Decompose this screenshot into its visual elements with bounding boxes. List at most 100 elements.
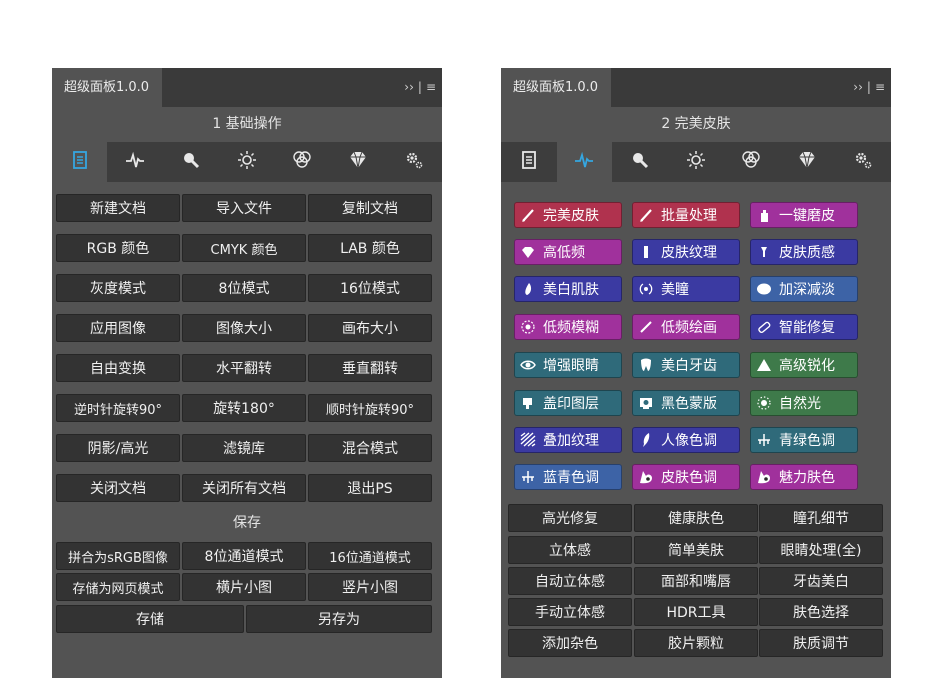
tool-tab-diamond[interactable]: [780, 142, 835, 182]
button[interactable]: 旋转180°: [182, 394, 306, 422]
button[interactable]: 关闭文档: [56, 474, 180, 502]
action-button-label: 皮肤色调: [661, 470, 717, 486]
button[interactable]: 逆时针旋转90°: [56, 394, 180, 422]
button[interactable]: 图像大小: [182, 314, 306, 342]
action-button[interactable]: 一键磨皮: [750, 202, 858, 228]
button[interactable]: 退出PS: [308, 474, 432, 502]
button[interactable]: CMYK 颜色: [182, 234, 306, 262]
button[interactable]: 新建文档: [56, 194, 180, 222]
texture-icon: [515, 428, 541, 452]
button[interactable]: 手动立体感: [508, 598, 632, 626]
action-button[interactable]: 高低频: [514, 239, 622, 265]
button[interactable]: 混合模式: [308, 434, 432, 462]
expand-icon[interactable]: ››: [404, 80, 414, 94]
action-button[interactable]: 自然光: [750, 390, 858, 416]
button[interactable]: 关闭所有文档: [182, 474, 306, 502]
button[interactable]: 胶片颗粒: [634, 629, 758, 657]
tool-tab-gear[interactable]: [386, 142, 441, 182]
button[interactable]: 竖片小图: [308, 573, 432, 601]
button[interactable]: LAB 颜色: [308, 234, 432, 262]
expand-icon[interactable]: ››: [853, 80, 863, 94]
button[interactable]: 自由变换: [56, 354, 180, 382]
button[interactable]: 垂直翻转: [308, 354, 432, 382]
button[interactable]: 眼睛处理(全): [759, 536, 883, 564]
action-button[interactable]: 叠加纹理: [514, 427, 622, 453]
bottle-icon: [751, 203, 777, 227]
action-button[interactable]: 低频模糊: [514, 314, 622, 340]
action-button[interactable]: 高级锐化: [750, 352, 858, 378]
action-button[interactable]: 人像色调: [632, 427, 740, 453]
button[interactable]: RGB 颜色: [56, 234, 180, 262]
menu-icon[interactable]: ≡: [426, 80, 436, 94]
button[interactable]: 应用图像: [56, 314, 180, 342]
action-button[interactable]: 完美皮肤: [514, 202, 622, 228]
button[interactable]: 顺时针旋转90°: [308, 394, 432, 422]
tool-tab-pulse[interactable]: [556, 142, 612, 182]
menu-icon[interactable]: ≡: [875, 80, 885, 94]
button[interactable]: 16位模式: [308, 274, 432, 302]
button[interactable]: 健康肤色: [634, 504, 758, 532]
action-button[interactable]: 黑色蒙版: [632, 390, 740, 416]
panel-tab[interactable]: 超级面板1.0.0: [501, 68, 611, 107]
mask-icon: [633, 391, 659, 415]
pen-icon: [633, 315, 659, 339]
tool-tab-magnifier[interactable]: [612, 142, 667, 182]
tool-tab-rgb-circles[interactable]: [724, 142, 779, 182]
tool-tab-sun[interactable]: [668, 142, 723, 182]
action-button[interactable]: 魅力肤色: [750, 464, 858, 490]
button[interactable]: 导入文件: [182, 194, 306, 222]
button[interactable]: 横片小图: [182, 573, 306, 601]
button[interactable]: 水平翻转: [182, 354, 306, 382]
tool-tab-rgb-circles[interactable]: [275, 142, 330, 182]
button[interactable]: 面部和嘴唇: [634, 567, 758, 595]
action-button[interactable]: 皮肤质感: [750, 239, 858, 265]
button[interactable]: 复制文档: [308, 194, 432, 222]
tool-tab-sun[interactable]: [219, 142, 274, 182]
action-button[interactable]: 皮肤纹理: [632, 239, 740, 265]
stamp-icon: [515, 391, 541, 415]
tool-tab-document[interactable]: [501, 142, 556, 182]
tool-tab-magnifier[interactable]: [163, 142, 218, 182]
action-button[interactable]: 青绿色调: [750, 427, 858, 453]
action-button[interactable]: 加深减淡: [750, 276, 858, 302]
action-button[interactable]: 美瞳: [632, 276, 740, 302]
button[interactable]: 简单美肤: [634, 536, 758, 564]
action-button[interactable]: 增强眼睛: [514, 352, 622, 378]
button[interactable]: 阴影/高光: [56, 434, 180, 462]
button[interactable]: 另存为: [246, 605, 432, 633]
button[interactable]: 自动立体感: [508, 567, 632, 595]
tool-tab-gear[interactable]: [835, 142, 890, 182]
tool-tab-document[interactable]: [52, 142, 107, 182]
action-button[interactable]: 批量处理: [632, 202, 740, 228]
action-button[interactable]: 美白牙齿: [632, 352, 740, 378]
action-button[interactable]: 蓝青色调: [514, 464, 622, 490]
action-button[interactable]: 美白肌肤: [514, 276, 622, 302]
button[interactable]: 8位通道模式: [182, 542, 306, 570]
action-button[interactable]: 盖印图层: [514, 390, 622, 416]
button[interactable]: 灰度模式: [56, 274, 180, 302]
button[interactable]: 立体感: [508, 536, 632, 564]
action-button[interactable]: 智能修复: [750, 314, 858, 340]
action-button[interactable]: 低频绘画: [632, 314, 740, 340]
button[interactable]: 牙齿美白: [759, 567, 883, 595]
tool-tab-diamond[interactable]: [331, 142, 386, 182]
button[interactable]: 瞳孔细节: [759, 504, 883, 532]
button[interactable]: 肤色选择: [759, 598, 883, 626]
button[interactable]: 添加杂色: [508, 629, 632, 657]
button[interactable]: 肤质调节: [759, 629, 883, 657]
button[interactable]: HDR工具: [634, 598, 758, 626]
action-button[interactable]: 皮肤色调: [632, 464, 740, 490]
triangle-icon: [751, 353, 777, 377]
button[interactable]: 存储: [56, 605, 244, 633]
button[interactable]: 画布大小: [308, 314, 432, 342]
pulse-icon: [124, 149, 146, 175]
button[interactable]: 存储为网页模式: [56, 573, 180, 601]
tool-tab-pulse[interactable]: [108, 142, 163, 182]
button[interactable]: 8位模式: [182, 274, 306, 302]
button[interactable]: 高光修复: [508, 504, 632, 532]
button[interactable]: 拼合为sRGB图像: [56, 542, 180, 570]
button[interactable]: 滤镜库: [182, 434, 306, 462]
button[interactable]: 16位通道模式: [308, 542, 432, 570]
header-controls: ›› | ≡: [849, 68, 885, 107]
panel-tab[interactable]: 超级面板1.0.0: [52, 68, 162, 107]
